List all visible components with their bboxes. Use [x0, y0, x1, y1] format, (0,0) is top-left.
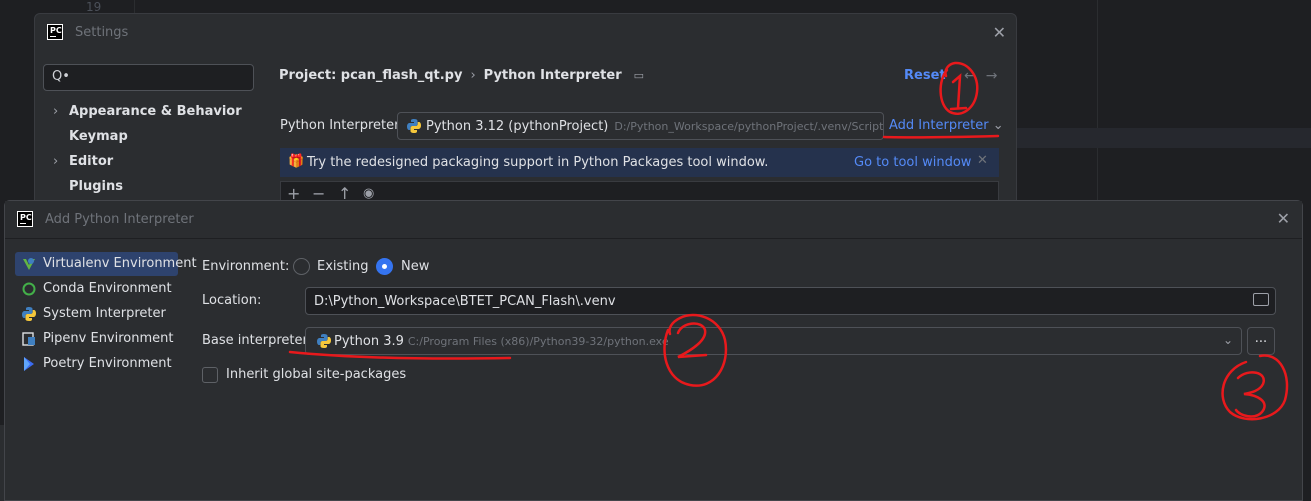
add-interpreter-button[interactable]: Add Interpreter ⌄	[889, 118, 1004, 133]
settings-search-input[interactable]: Q•	[43, 64, 254, 91]
tree-item-editor[interactable]: › Editor	[53, 154, 113, 174]
conda-icon	[22, 282, 36, 296]
location-label: Location:	[202, 293, 262, 308]
python-icon	[317, 334, 331, 348]
python-interpreter-select[interactable]: Python 3.12 (pythonProject) D:/Python_Wor…	[397, 112, 884, 140]
chevron-down-icon: ⌄	[992, 118, 1004, 133]
base-interpreter-select[interactable]: Python 3.9 C:/Program Files (x86)/Python3…	[305, 327, 1242, 355]
reset-button[interactable]: Reset	[904, 68, 946, 83]
chevron-right-icon: ›	[53, 154, 59, 169]
search-icon: Q•	[52, 69, 70, 84]
new-radio[interactable]	[376, 258, 393, 275]
python-icon	[22, 307, 36, 321]
settings-dialog: PC Settings ✕ Q• › Appearance & Behavior …	[34, 13, 1017, 208]
back-arrow-icon[interactable]: ←	[964, 68, 986, 84]
settings-title: Settings	[75, 25, 129, 40]
env-item-label: Conda Environment	[43, 281, 172, 296]
location-input[interactable]: D:\Python_Workspace\BTET_PCAN_Flash\.ven…	[305, 287, 1276, 315]
env-item-poetry[interactable]: Poetry Environment	[15, 352, 178, 376]
close-banner-icon[interactable]: ✕	[977, 153, 988, 168]
python-interpreter-label: Python Interpreter:	[280, 118, 404, 133]
pycharm-logo-icon: PC	[17, 211, 33, 227]
line-number: 19	[86, 0, 102, 14]
base-interpreter-label: Base interpreter:	[202, 333, 312, 348]
packaging-banner: 🎁 Try the redesigned packaging support i…	[280, 148, 999, 177]
env-item-label: Poetry Environment	[43, 356, 172, 371]
env-item-label: System Interpreter	[43, 306, 166, 321]
python-icon	[407, 119, 421, 133]
tree-item-label: Keymap	[69, 129, 128, 144]
tree-item-label: Plugins	[69, 179, 123, 194]
env-item-virtualenv[interactable]: Virtualenv Environment	[15, 252, 197, 276]
eye-icon[interactable]: ◉	[363, 186, 374, 201]
breadcrumb-page: Python Interpreter	[483, 68, 622, 83]
add-python-interpreter-dialog: PC Add Python Interpreter ✕ Virtualenv E…	[4, 200, 1303, 501]
existing-radio-label[interactable]: Existing	[317, 259, 369, 274]
base-interpreter-path: C:/Program Files (x86)/Python39-32/pytho…	[407, 335, 669, 348]
go-to-tool-window-link[interactable]: Go to tool window	[854, 155, 971, 170]
forward-arrow-icon[interactable]: →	[986, 68, 1008, 84]
add-interpreter-label: Add Interpreter	[889, 118, 989, 133]
interpreter-path: D:/Python_Workspace/pythonProject/.venv/…	[614, 120, 884, 133]
env-item-system[interactable]: System Interpreter	[15, 302, 178, 326]
env-item-label: Pipenv Environment	[43, 331, 174, 346]
existing-radio[interactable]	[293, 258, 310, 275]
tree-item-appearance[interactable]: › Appearance & Behavior	[53, 104, 242, 124]
env-item-conda[interactable]: Conda Environment	[15, 277, 178, 301]
new-radio-label[interactable]: New	[401, 259, 429, 274]
base-interpreter-name: Python 3.9	[334, 334, 404, 349]
tree-item-keymap[interactable]: Keymap	[53, 129, 128, 149]
breadcrumb: Project: pcan_flash_qt.py › Python Interpr…	[279, 68, 644, 83]
dialog-title-bar: PC Add Python Interpreter ✕	[5, 201, 1302, 239]
nav-arrows: ←→	[964, 68, 1007, 84]
close-icon[interactable]: ✕	[993, 23, 1006, 42]
editor-current-line	[1015, 128, 1311, 148]
browse-button[interactable]: ...	[1247, 327, 1275, 355]
window-icon[interactable]: ▭	[634, 69, 644, 82]
dialog-title: Add Python Interpreter	[45, 212, 194, 227]
folder-icon[interactable]	[1253, 293, 1269, 306]
chevron-down-icon: ⌄	[1222, 333, 1233, 347]
env-item-pipenv[interactable]: Pipenv Environment	[15, 327, 178, 351]
pycharm-logo-icon: PC	[47, 24, 63, 40]
breadcrumb-separator: ›	[470, 68, 476, 83]
poetry-icon	[24, 357, 34, 371]
tree-item-label: Appearance & Behavior	[69, 104, 242, 119]
breadcrumb-project[interactable]: Project: pcan_flash_qt.py	[279, 68, 462, 83]
interpreter-name: Python 3.12 (pythonProject)	[426, 119, 609, 134]
tree-item-plugins[interactable]: Plugins	[53, 179, 123, 199]
pipenv-icon	[22, 332, 35, 346]
tree-item-label: Editor	[69, 154, 114, 169]
location-value: D:\Python_Workspace\BTET_PCAN_Flash\.ven…	[314, 294, 616, 309]
inherit-site-packages-label[interactable]: Inherit global site-packages	[226, 367, 406, 382]
inherit-site-packages-checkbox[interactable]	[202, 367, 218, 383]
gift-icon: 🎁	[288, 154, 305, 169]
close-icon[interactable]: ✕	[1277, 209, 1290, 228]
chevron-right-icon: ›	[53, 104, 59, 119]
virtualenv-icon	[23, 258, 35, 270]
env-item-label: Virtualenv Environment	[43, 256, 197, 271]
banner-text: Try the redesigned packaging support in …	[307, 155, 769, 170]
environment-label: Environment:	[202, 259, 290, 274]
